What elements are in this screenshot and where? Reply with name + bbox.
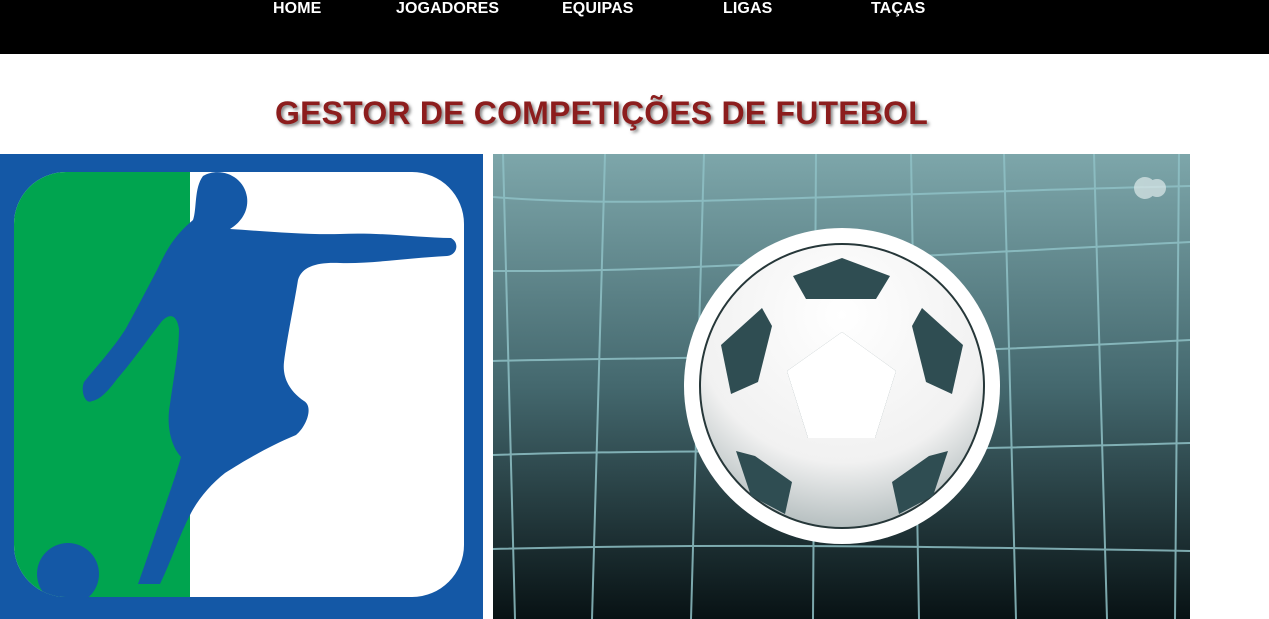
soccer-ball-net-svg [493, 154, 1190, 619]
page-title: GESTOR DE COMPETIÇÕES DE FUTEBOL [275, 95, 928, 131]
nav-ligas-link[interactable]: LIGAS [723, 0, 772, 17]
soccer-ball-icon [684, 228, 1000, 544]
soccer-player-logo-svg [0, 154, 483, 619]
nav-tacas-link[interactable]: TAÇAS [871, 0, 925, 17]
top-navigation-bar: HOME JOGADORES EQUIPAS LIGAS TAÇAS [0, 0, 1269, 54]
nav-equipas-link[interactable]: EQUIPAS [562, 0, 634, 17]
watermark-icon [1134, 177, 1166, 199]
soccer-player-logo-image [0, 154, 483, 619]
logo-card [14, 172, 464, 597]
nav-home-link[interactable]: HOME [273, 0, 321, 17]
soccer-ball-net-image [493, 154, 1190, 619]
nav-jogadores-link[interactable]: JOGADORES [396, 0, 499, 17]
